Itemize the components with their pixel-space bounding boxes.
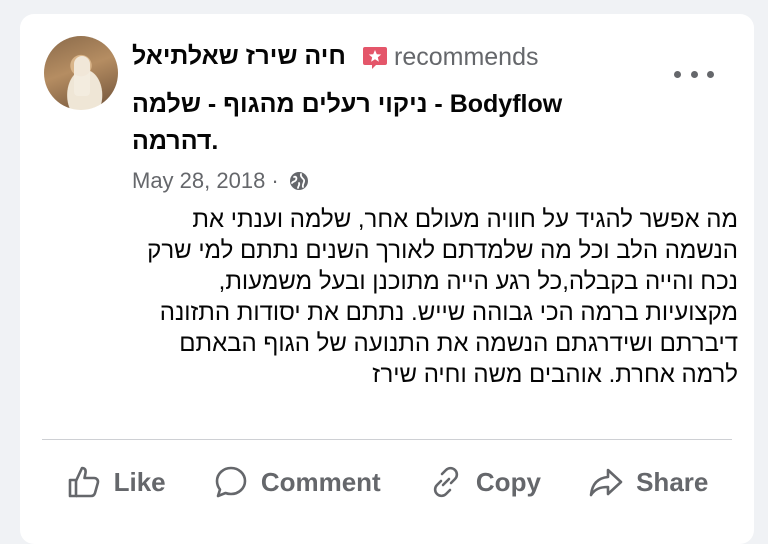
share-arrow-icon [589,468,623,497]
post-actions-bar: Like Comment Copy Share [42,454,732,510]
post-body: מה אפשר להגיד על חוויה מעולם אחר, שלמה ו… [48,204,738,390]
share-label: Share [636,466,709,497]
post-body-line: דיברתם ושידרגתם הנשמה את התנועה של הגוף … [179,330,738,357]
meta-separator: · [271,168,279,193]
recommended-page-name-continued[interactable]: דהרמה. [132,127,218,156]
recommended-page-name[interactable]: ניקוי רעלים מהגוף - שלמה - Bodyflow [132,90,632,119]
post-card: חיה שירז שאלתיאל recommends ניקוי רעלים … [20,14,754,544]
actions-divider [42,439,732,440]
comment-bubble-icon [215,466,247,498]
recommend-star-icon [363,47,387,69]
copy-button[interactable]: Copy [428,464,541,500]
recommends-label: recommends [394,43,539,71]
post-body-line: מקצועיות ברמה הכי גבוהה שייש. נתתם את יס… [159,299,738,326]
share-button[interactable]: Share [588,464,708,500]
globe-icon[interactable] [289,171,309,191]
copy-label: Copy [475,466,541,497]
more-options-icon[interactable] [674,66,714,82]
like-label: Like [113,466,166,497]
author-avatar[interactable] [44,36,118,110]
post-body-line: הנשמה הלב וכל מה שלמדתם לאורך השנים נתתם… [147,237,738,264]
comment-label: Comment [260,466,381,497]
post-date[interactable]: May 28, 2018 [132,168,265,194]
post-meta: May 28, 2018 · [132,168,309,194]
post-body-line: לרמה אחרת. אוהבים משה וחיה שירז [372,361,738,388]
post-body-line: מה אפשר להגיד על חוויה מעולם אחר, שלמה ו… [192,206,738,233]
link-icon [433,466,459,498]
comment-button[interactable]: Comment [213,464,381,500]
author-name[interactable]: חיה שירז שאלתיאל [132,42,346,71]
post-header: חיה שירז שאלתיאל recommends [132,42,602,76]
thumbs-up-icon [68,466,99,498]
like-button[interactable]: Like [66,464,166,500]
post-body-line: נכח והייה בקבלה,כל רגע הייה מתוכנן ובעל … [218,268,738,295]
